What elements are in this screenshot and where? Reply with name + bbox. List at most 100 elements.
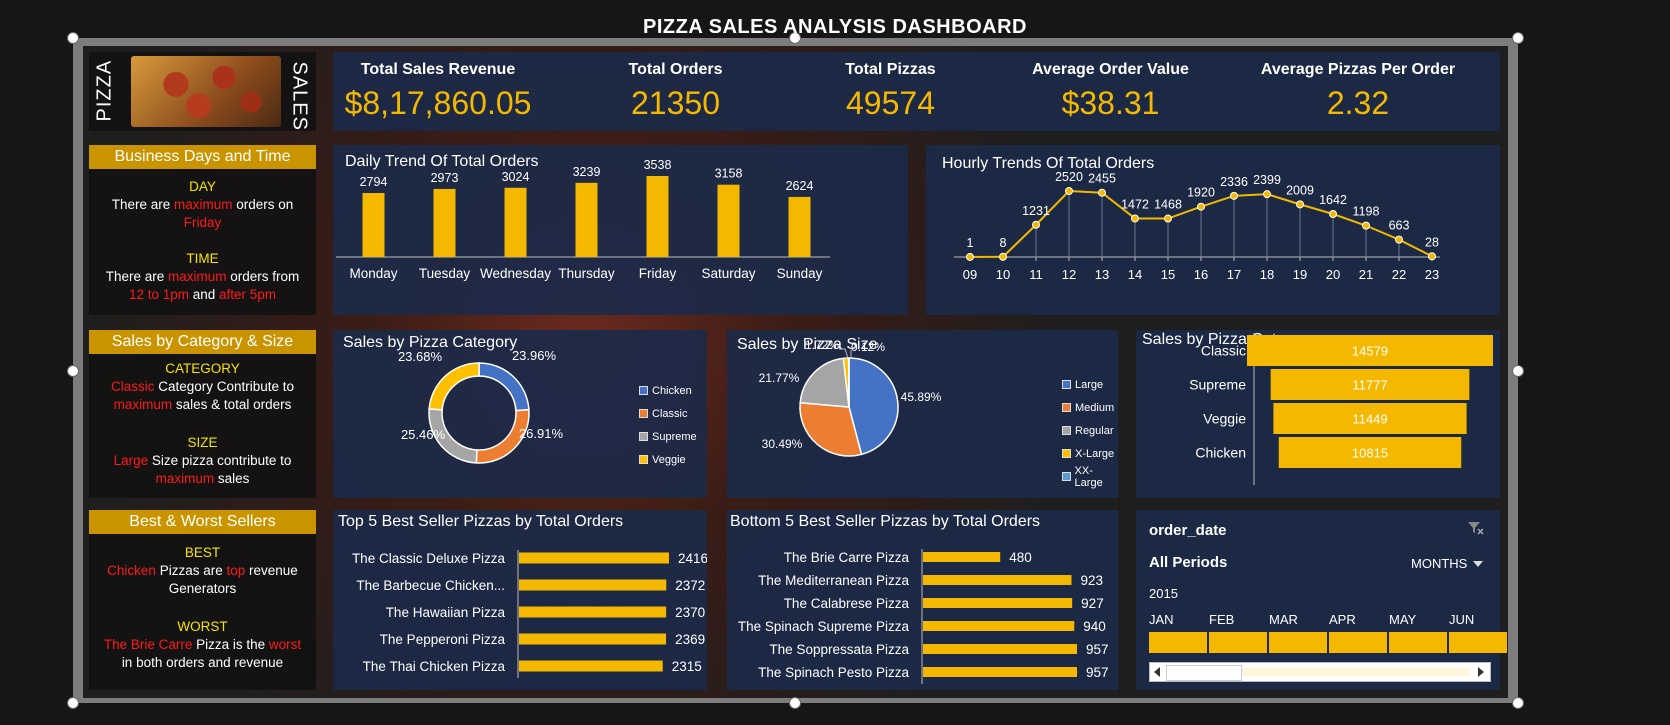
line-point (1065, 187, 1073, 195)
insight-text: in both orders and revenue (121, 655, 284, 670)
scroll-right-icon[interactable] (1474, 663, 1488, 681)
legend-swatch (639, 432, 648, 441)
logo-text-right: SALES (288, 61, 311, 131)
x-tick-label: Monday (349, 266, 397, 281)
kpi-label: Total Orders (628, 61, 723, 78)
legend-label: X-Large (1075, 447, 1115, 460)
insight-highlight: maximum (113, 397, 173, 412)
resize-handle[interactable] (1512, 697, 1524, 709)
data-label: 1920 (1187, 186, 1215, 200)
timeline-slicer: order_date All Periods MONTHS 2015 JAN FE… (1136, 510, 1507, 690)
legend-item-large: Large (1062, 373, 1118, 396)
resize-handle[interactable] (789, 697, 801, 709)
x-tick-label: Sunday (777, 266, 823, 281)
insight-text-size: SIZE Large Size pizza contribute to maxi… (89, 434, 316, 488)
y-tick-label: The Hawaiian Pizza (386, 605, 506, 620)
bar-item (519, 660, 663, 672)
donut-slice-chicken (478, 362, 530, 412)
data-label: 663 (1389, 219, 1410, 233)
data-label: 1472 (1121, 197, 1149, 211)
timeline-period-jun[interactable] (1449, 632, 1507, 653)
insight-text: There are (105, 269, 168, 284)
category-bar-panel: Sales by Pizza Category 14579 Classic 1177… (1136, 330, 1500, 498)
bar-tuesday (433, 188, 456, 257)
insight-header: Business Days and Time (89, 145, 316, 169)
top5-panel: Top 5 Best Seller Pizzas by Total Orders… (333, 510, 707, 690)
insight-subtitle: BEST (184, 545, 221, 560)
slice-label: 0.12% (851, 340, 885, 354)
x-tick-label: Thursday (558, 266, 615, 281)
y-tick-label: The Pepperoni Pizza (380, 632, 506, 647)
line-point (1329, 209, 1337, 218)
timeline-period-may[interactable] (1389, 632, 1447, 653)
bar-item (923, 552, 1001, 562)
x-tick-label: 22 (1392, 267, 1406, 282)
timeline-period-feb[interactable] (1209, 632, 1267, 653)
data-label: 2624 (786, 179, 814, 193)
legend-item-xx-large: XX-Large (1062, 465, 1118, 489)
timeline-period-apr[interactable] (1329, 632, 1387, 653)
kpi-value: 2.32 (1326, 85, 1390, 121)
resize-handle[interactable] (67, 697, 79, 709)
kpi-average-pizzas-per-order: Average Pizzas Per Order 2.32 (1233, 61, 1483, 122)
line-point (1098, 188, 1106, 197)
insight-best-worst: Best & Worst Sellers BEST Chicken Pizzas… (89, 510, 316, 690)
kpi-value: $38.31 (1061, 85, 1160, 121)
bar-item (923, 621, 1075, 631)
size-pie-chart: 45.89% 30.49% 21.77% 1.72% 0.12% (759, 338, 942, 457)
timeline-scrollbar[interactable] (1149, 662, 1491, 682)
line-point (966, 252, 974, 261)
insight-highlight: 12 to 1pm (128, 287, 189, 302)
data-label: 957 (1086, 642, 1109, 657)
kpi-total-pizzas: Total Pizzas 49574 (798, 61, 983, 122)
pie-category-panel: Sales by Pizza Category 23.96% 26.91% 25.4… (333, 330, 707, 498)
bar-item (519, 552, 669, 564)
legend-label: Veggie (652, 453, 686, 466)
insight-text: revenue (245, 563, 298, 578)
insight-text: Generators (168, 581, 237, 596)
clear-filter-icon[interactable] (1467, 520, 1485, 536)
insight-text: Pizza is the (192, 637, 269, 652)
legend-label: Classic (652, 407, 688, 420)
data-label: 957 (1086, 665, 1109, 680)
insight-text-worst: WORST The Brie Carre Pizza is the worst … (89, 618, 316, 672)
insight-highlight: The Brie Carre (103, 637, 193, 652)
data-label: 2315 (672, 659, 702, 674)
data-label: 8 (1000, 236, 1007, 250)
data-label: 2009 (1286, 183, 1314, 197)
kpi-label: Average Pizzas Per Order (1260, 61, 1456, 78)
legend-swatch (639, 386, 648, 395)
donut-slice-veggie (428, 362, 480, 411)
timeline-field-label: order_date (1149, 522, 1227, 539)
line-point (999, 252, 1007, 261)
kpi-panel: Total Sales Revenue $8,17,860.05 Total O… (333, 52, 1500, 131)
insight-header: Best & Worst Sellers (89, 510, 316, 534)
timeline-level-dropdown[interactable]: MONTHS (1411, 556, 1484, 571)
insight-highlight: Large (113, 453, 149, 468)
timeline-period-mar[interactable] (1269, 632, 1327, 653)
insight-highlight: maximum (167, 269, 227, 284)
scroll-track (1242, 668, 1470, 676)
scroll-thumb[interactable] (1166, 665, 1242, 681)
data-label: 2399 (1253, 173, 1281, 187)
bar-monday (362, 193, 385, 257)
timeline-year: 2015 (1149, 586, 1178, 601)
bottom5-panel: Bottom 5 Best Seller Pizzas by Total Ord… (727, 510, 1118, 690)
y-tick-label: The Barbecue Chicken... (356, 578, 505, 593)
legend-swatch (1062, 449, 1071, 458)
legend-label: Regular (1075, 424, 1114, 437)
insight-category-size: Sales by Category & Size CATEGORY Classi… (89, 330, 316, 498)
data-label: 2794 (360, 175, 388, 189)
kpi-label: Average Order Value (1032, 61, 1189, 78)
data-label: 14579 (1352, 344, 1388, 359)
resize-handle[interactable] (1512, 365, 1524, 377)
data-label: 927 (1081, 596, 1104, 611)
resize-handle[interactable] (67, 365, 79, 377)
scroll-left-icon[interactable] (1150, 663, 1164, 681)
kpi-total-revenue: Total Sales Revenue $8,17,860.05 (333, 61, 543, 122)
bar-thursday (575, 182, 598, 257)
kpi-value: 49574 (846, 85, 935, 121)
x-tick-label: 16 (1194, 267, 1208, 282)
data-label: 923 (1081, 573, 1104, 588)
timeline-period-jan[interactable] (1149, 632, 1207, 653)
